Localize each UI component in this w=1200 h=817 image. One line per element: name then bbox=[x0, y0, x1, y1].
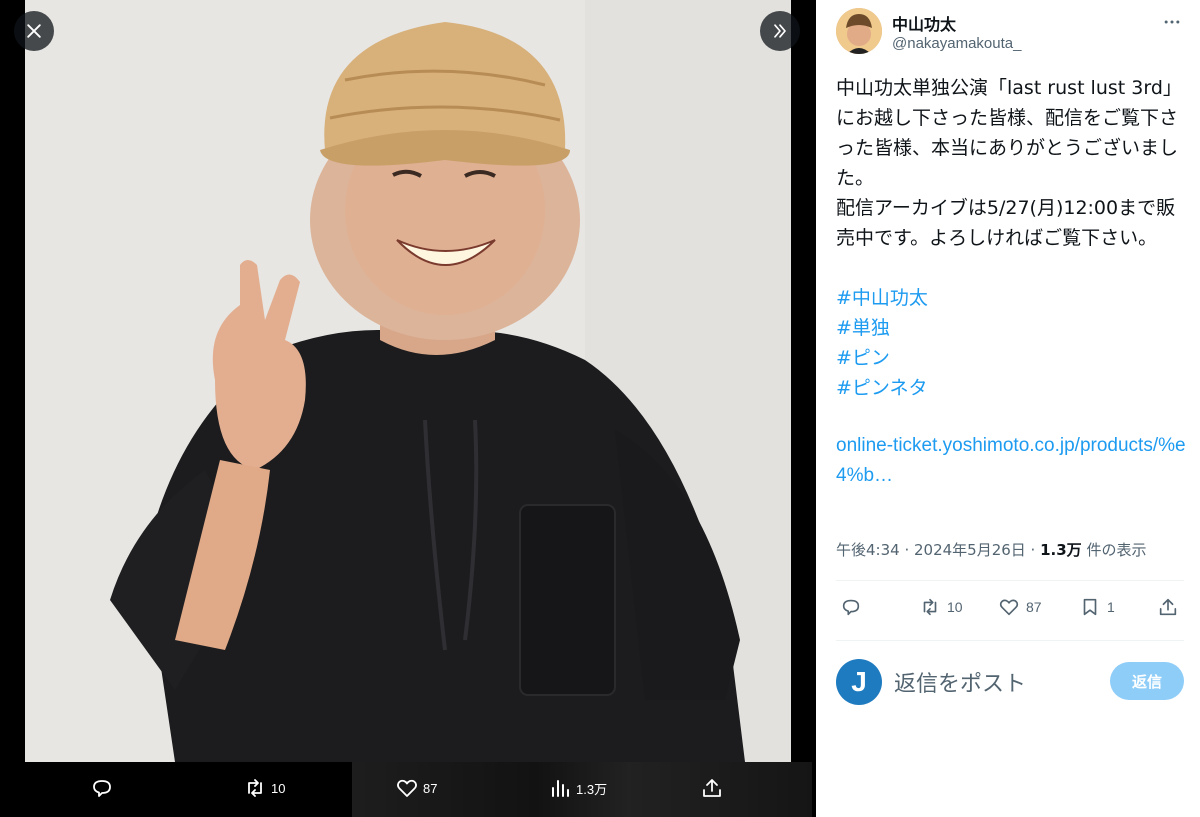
share-icon bbox=[703, 779, 721, 797]
media-like-button[interactable]: 87 bbox=[395, 776, 437, 800]
heart-icon bbox=[397, 779, 417, 797]
bookmark-count: 1 bbox=[1107, 599, 1115, 615]
media-views-button[interactable]: 1.3万 bbox=[548, 776, 607, 800]
tweet-photo[interactable] bbox=[25, 0, 791, 762]
user-avatar: J bbox=[836, 659, 882, 705]
retweet-icon bbox=[923, 598, 937, 616]
view-count: 1.3万 bbox=[1040, 541, 1082, 559]
like-count: 87 bbox=[1026, 599, 1042, 615]
hashtag-link[interactable]: #ピン bbox=[836, 343, 1176, 373]
retweet-count: 10 bbox=[947, 599, 963, 615]
close-icon bbox=[27, 24, 41, 38]
media-action-bar: 10 87 1.3万 bbox=[0, 762, 816, 817]
divider bbox=[836, 580, 1184, 581]
reply-button[interactable] bbox=[840, 596, 862, 618]
chevron-double-right-icon bbox=[774, 24, 786, 38]
close-button[interactable] bbox=[14, 11, 54, 51]
hashtag-link[interactable]: #ピンネタ bbox=[836, 373, 1176, 403]
media-retweet-count: 10 bbox=[271, 780, 286, 796]
share-icon bbox=[1159, 598, 1177, 616]
media-like-count: 87 bbox=[423, 780, 438, 796]
reply-icon bbox=[93, 780, 111, 797]
reply-submit-button[interactable]: 返信 bbox=[1110, 662, 1184, 700]
tweet-panel: 中山功太 @nakayamakouta_ 中山功太単独公演「last rust … bbox=[816, 0, 1200, 817]
bookmark-button[interactable]: 1 bbox=[1079, 596, 1115, 618]
hashtag-list: #中山功太 #単独 #ピン #ピンネタ bbox=[836, 283, 1176, 403]
tweet-meta: 午後4:34 · 2024年5月26日 · 1.3万 件の表示 bbox=[836, 539, 1146, 560]
reply-composer: J 返信をポスト 返信 bbox=[836, 657, 1184, 707]
view-label: 件の表示 bbox=[1081, 541, 1147, 559]
avatar-image bbox=[836, 8, 882, 54]
hashtag-link[interactable]: #中山功太 bbox=[836, 283, 1176, 313]
media-reply-button[interactable] bbox=[90, 776, 118, 800]
tweet-body: 中山功太単独公演「last rust lust 3rd」にお越し下さった皆様、配… bbox=[836, 77, 1182, 249]
bookmark-icon bbox=[1083, 598, 1097, 616]
divider bbox=[836, 640, 1184, 641]
media-retweet-button[interactable]: 10 bbox=[243, 776, 285, 800]
reply-input[interactable]: 返信をポスト bbox=[894, 666, 1026, 698]
expand-panel-button[interactable] bbox=[760, 11, 800, 51]
author-avatar[interactable] bbox=[836, 8, 882, 54]
external-link[interactable]: online-ticket.yoshimoto.co.jp/products/%… bbox=[836, 431, 1186, 491]
author-handle[interactable]: @nakayamakouta_ bbox=[892, 35, 1021, 52]
retweet-button[interactable]: 10 bbox=[919, 596, 963, 618]
heart-icon bbox=[999, 599, 1019, 616]
author-name[interactable]: 中山功太 bbox=[892, 11, 956, 35]
hashtag-link[interactable]: #単独 bbox=[836, 313, 1176, 343]
retweet-icon bbox=[248, 779, 262, 797]
photo-image bbox=[25, 0, 791, 762]
media-views-count: 1.3万 bbox=[576, 781, 608, 797]
more-icon bbox=[1164, 20, 1180, 24]
views-icon bbox=[552, 780, 569, 797]
like-button[interactable]: 87 bbox=[998, 596, 1042, 618]
media-viewer: 10 87 1.3万 bbox=[0, 0, 816, 817]
tweet-timestamp[interactable]: 午後4:34 · 2024年5月26日 · bbox=[836, 541, 1040, 559]
share-button[interactable] bbox=[1157, 596, 1179, 618]
more-options-button[interactable] bbox=[1160, 10, 1184, 34]
media-share-button[interactable] bbox=[700, 776, 724, 800]
tweet-header: 中山功太 @nakayamakouta_ bbox=[836, 8, 1184, 60]
reply-icon bbox=[842, 599, 860, 616]
tweet-actions: 10 87 1 bbox=[836, 592, 1184, 628]
